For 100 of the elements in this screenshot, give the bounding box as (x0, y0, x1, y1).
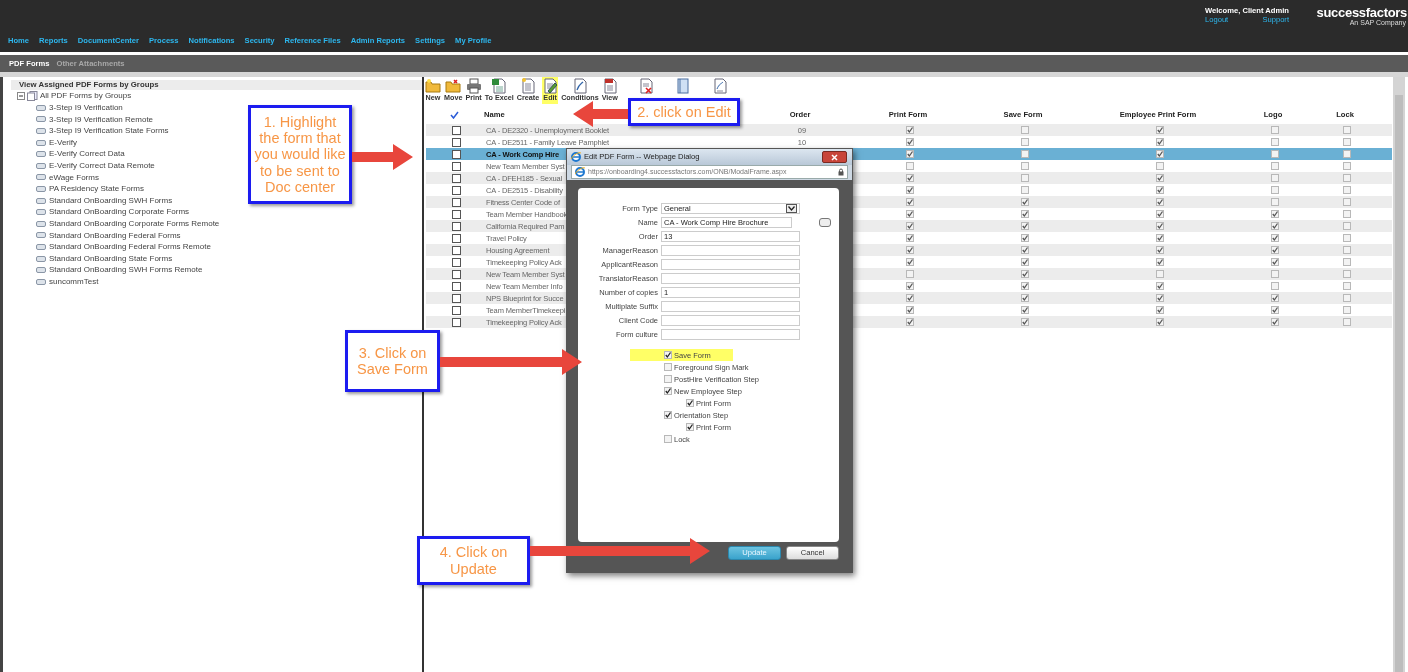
checkbox[interactable] (1271, 306, 1279, 314)
checkbox[interactable] (906, 318, 914, 326)
tree-item[interactable]: Standard OnBoarding State Forms (36, 252, 173, 265)
checkbox[interactable] (1343, 126, 1351, 134)
checkbox[interactable] (906, 234, 914, 242)
checkbox[interactable] (1021, 198, 1029, 206)
checkbox[interactable] (1021, 294, 1029, 302)
checkbox[interactable] (1343, 234, 1351, 242)
checkbox[interactable] (906, 222, 914, 230)
collapse-icon[interactable] (17, 92, 25, 100)
checkbox[interactable] (1156, 210, 1164, 218)
checkbox[interactable] (1343, 222, 1351, 230)
checkbox[interactable] (1343, 210, 1351, 218)
checkbox[interactable] (906, 294, 914, 302)
checkbox[interactable] (451, 209, 461, 219)
checkbox[interactable] (1271, 162, 1279, 170)
tree-item[interactable]: Standard OnBoarding Corporate Forms (36, 206, 190, 218)
checkbox[interactable] (1156, 306, 1164, 314)
checkbox[interactable] (906, 246, 914, 254)
checkbox[interactable] (1156, 162, 1164, 170)
checkbox[interactable] (1021, 210, 1029, 218)
checkbox[interactable] (664, 387, 672, 395)
scrollbar[interactable] (1393, 77, 1405, 672)
checkbox[interactable] (1271, 246, 1279, 254)
checkbox[interactable] (1156, 198, 1164, 206)
checkbox[interactable] (906, 186, 914, 194)
checkbox[interactable] (451, 233, 461, 243)
checkbox[interactable] (1156, 270, 1164, 278)
checkbox[interactable] (906, 150, 914, 158)
checkbox[interactable] (1271, 270, 1279, 278)
tree-root[interactable]: All PDF Forms by Groups (40, 91, 132, 101)
checkbox[interactable] (1343, 318, 1351, 326)
checkbox[interactable] (906, 198, 914, 206)
tree-item[interactable]: E-Verify Correct Data (36, 148, 125, 160)
input-field[interactable] (661, 329, 800, 340)
tree-item[interactable]: 3-Step I9 Verification (36, 102, 123, 114)
checkbox[interactable] (1343, 198, 1351, 206)
checkbox[interactable] (1021, 138, 1029, 146)
input-field[interactable] (661, 245, 800, 256)
checkbox[interactable] (1343, 150, 1351, 158)
checkbox[interactable] (1343, 258, 1351, 266)
checkbox[interactable] (1156, 222, 1164, 230)
checkbox[interactable] (1021, 306, 1029, 314)
checkbox[interactable] (1271, 282, 1279, 290)
checkbox[interactable] (1021, 186, 1029, 194)
checkbox[interactable] (451, 317, 461, 327)
checkbox[interactable] (1156, 258, 1164, 266)
checkbox[interactable] (1156, 318, 1164, 326)
tree-item[interactable]: Standard OnBoarding SWH Forms (36, 194, 173, 207)
close-button[interactable] (822, 151, 847, 163)
tree-item[interactable]: Standard OnBoarding Federal Forms Remote (36, 241, 211, 253)
checkbox[interactable] (451, 197, 461, 207)
checkbox[interactable] (1156, 234, 1164, 242)
checkbox[interactable] (451, 125, 461, 135)
checkbox[interactable] (1271, 186, 1279, 194)
tree-item[interactable]: Standard OnBoarding Corporate Forms Remote (36, 217, 220, 230)
checkbox[interactable] (1271, 138, 1279, 146)
checkbox[interactable] (1021, 150, 1029, 158)
checkbox[interactable] (1021, 318, 1029, 326)
checkbox[interactable] (451, 185, 461, 195)
checkbox[interactable] (664, 351, 672, 359)
checkbox[interactable] (906, 270, 914, 278)
tree-item[interactable]: 3-Step I9 Verification Remote (36, 113, 154, 126)
checkbox[interactable] (1343, 282, 1351, 290)
tree-item[interactable]: eWage Forms (36, 171, 99, 184)
checkbox[interactable] (1271, 294, 1279, 302)
checkbox[interactable] (451, 137, 461, 147)
checkbox[interactable] (1343, 186, 1351, 194)
checkbox[interactable] (451, 281, 461, 291)
checkbox[interactable] (1021, 282, 1029, 290)
checkbox[interactable] (1343, 246, 1351, 254)
checkbox[interactable] (1156, 282, 1164, 290)
checkbox[interactable] (906, 174, 914, 182)
checkbox[interactable] (906, 126, 914, 134)
checkbox[interactable] (1156, 174, 1164, 182)
checkbox[interactable] (1271, 198, 1279, 206)
checkbox[interactable] (664, 435, 672, 443)
checkbox[interactable] (1271, 126, 1279, 134)
checkbox[interactable] (1271, 258, 1279, 266)
checkbox[interactable] (1021, 126, 1029, 134)
checkbox[interactable] (1343, 270, 1351, 278)
checkbox[interactable] (451, 245, 461, 255)
checkbox[interactable] (1271, 222, 1279, 230)
checkbox[interactable] (1021, 174, 1029, 182)
input-field[interactable] (661, 301, 800, 312)
input-field[interactable] (661, 273, 800, 284)
checkbox[interactable] (1156, 126, 1164, 134)
checkbox[interactable] (664, 363, 672, 371)
checkbox[interactable] (906, 258, 914, 266)
browse-button[interactable] (819, 218, 831, 227)
checkbox[interactable] (1343, 306, 1351, 314)
checkbox[interactable] (686, 423, 694, 431)
checkbox[interactable] (1343, 174, 1351, 182)
checkbox[interactable] (1156, 150, 1164, 158)
checkbox[interactable] (451, 293, 461, 303)
checkbox[interactable] (1343, 162, 1351, 170)
checkbox[interactable] (1271, 234, 1279, 242)
input-field[interactable] (661, 259, 800, 270)
tree-item[interactable]: Standard OnBoarding Federal Forms (36, 229, 181, 242)
checkbox[interactable] (1156, 246, 1164, 254)
